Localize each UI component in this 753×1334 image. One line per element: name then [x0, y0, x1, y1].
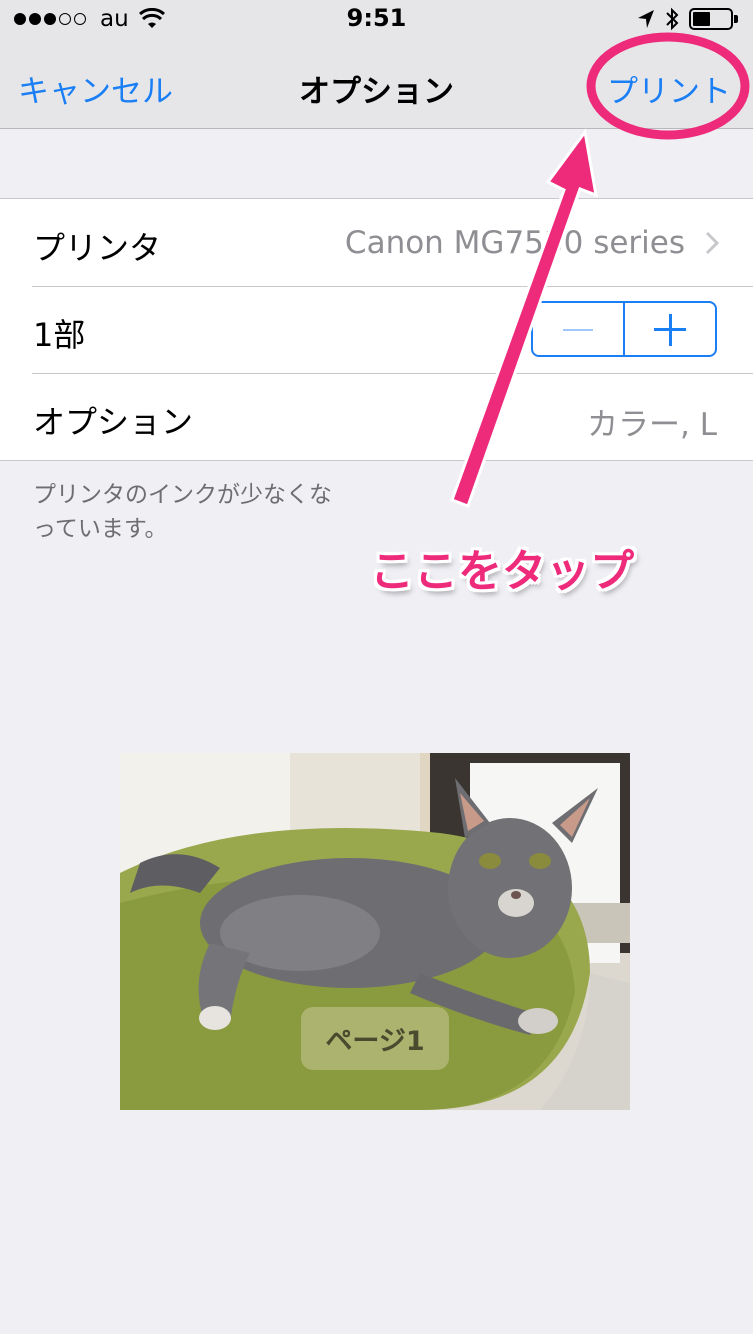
increment-button[interactable]	[623, 303, 715, 355]
battery-cap	[734, 15, 738, 23]
cancel-button[interactable]: キャンセル	[18, 66, 173, 111]
copies-label: 1部	[33, 316, 86, 354]
print-button[interactable]: プリント	[607, 66, 731, 111]
printer-value: Canon MG7530 series	[344, 225, 685, 261]
copies-row: 1部	[0, 286, 753, 373]
copies-stepper	[531, 301, 717, 357]
ink-warning-footnote: プリンタのインクが少なくなっています。	[33, 482, 332, 542]
options-value: カラー, L	[587, 407, 717, 443]
bluetooth-icon	[666, 7, 679, 31]
settings-table: プリンタ Canon MG7530 series 1部 オプション カラー, L	[0, 198, 753, 461]
page-number-badge: ページ1	[301, 1007, 449, 1070]
status-right	[637, 7, 739, 31]
printer-label: プリンタ	[33, 229, 162, 267]
options-label: オプション	[33, 403, 194, 441]
printer-row[interactable]: プリンタ Canon MG7530 series	[0, 199, 753, 286]
decrement-button[interactable]	[533, 303, 623, 355]
minus-icon	[563, 329, 593, 331]
navigation-bar: キャンセル オプション プリント	[0, 40, 753, 129]
annotation-label: ここをタップ	[370, 546, 634, 597]
chevron-right-icon	[705, 231, 719, 255]
options-row[interactable]: オプション カラー, L	[0, 373, 753, 460]
status-bar: au 9:51	[0, 0, 753, 40]
plus-icon-stem	[669, 314, 672, 346]
print-preview[interactable]: ページ1	[120, 753, 630, 1110]
battery-fill	[693, 12, 710, 26]
location-arrow-icon	[638, 10, 654, 28]
battery-icon	[689, 8, 739, 30]
